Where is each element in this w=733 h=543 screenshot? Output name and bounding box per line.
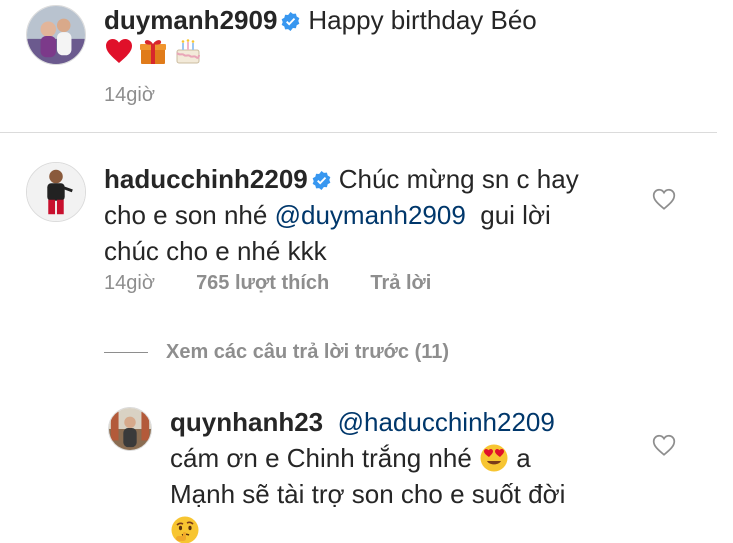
thinking-face-emoji-icon	[171, 516, 199, 543]
avatar-quynhanh23[interactable]	[108, 407, 152, 451]
comment-username[interactable]: haducchinh2209	[104, 164, 308, 194]
reply-line-4	[170, 512, 630, 543]
comment-text-part-3: gui lời	[480, 200, 551, 230]
comment-text: haducchinh2209 Chúc mừng sn c hay cho e s…	[104, 161, 624, 269]
red-heart-icon	[106, 39, 132, 63]
like-heart-icon[interactable]	[651, 432, 677, 458]
comment-line-2: cho e son nhé @duymanh2909 gui lời	[104, 197, 624, 233]
post-caption: duymanh2909 Happy birthday Béo	[104, 2, 704, 38]
avatar-haducchinh2209[interactable]	[26, 162, 86, 222]
post-caption-text: Happy birthday Béo	[308, 5, 537, 35]
reply-line-1: quynhanh23 @haducchinh2209	[170, 404, 630, 440]
reply-username[interactable]: quynhanh23	[170, 407, 323, 437]
comment-line-1: haducchinh2209 Chúc mừng sn c hay	[104, 161, 624, 197]
birthday-cake-icon	[176, 39, 200, 64]
reply-mention-link[interactable]: @haducchinh2209	[338, 407, 555, 437]
post-emojis	[104, 36, 203, 66]
avatar-photo-icon	[27, 6, 85, 64]
replies-divider-line	[104, 352, 148, 353]
comment-timestamp: 14giờ	[104, 272, 155, 294]
view-previous-replies-button[interactable]: Xem các câu trả lời trước (11)	[104, 341, 449, 364]
comment-text-part-2: cho e son nhé	[104, 200, 268, 230]
avatar-photo-icon	[109, 408, 151, 450]
comment-meta: 14giờ 765 lượt thích Trả lời	[104, 272, 504, 295]
gift-icon	[140, 40, 167, 64]
comment-reply-button[interactable]: Trả lời	[370, 272, 431, 294]
heart-eyes-emoji-icon	[480, 444, 508, 472]
verified-badge-icon	[282, 12, 300, 31]
like-heart-icon[interactable]	[651, 186, 677, 212]
post-timestamp: 14giờ	[104, 84, 155, 106]
comment-line-3: chúc cho e nhé kkk	[104, 236, 327, 266]
verified-badge-icon	[312, 171, 331, 190]
view-replies-label: Xem các câu trả lời trước (11)	[166, 341, 450, 363]
avatar-duymanh2909[interactable]	[26, 5, 86, 65]
reply-text-part-2: a	[516, 443, 531, 473]
reply-text: quynhanh23 @haducchinh2209 cám ơn e Chin…	[170, 404, 630, 543]
reply-line-2: cám ơn e Chinh trắng nhé a	[170, 440, 630, 476]
avatar-photo-icon	[27, 163, 85, 221]
comment-text-part-1: Chúc mừng sn c hay	[338, 164, 579, 194]
reply-line-3: Mạnh sẽ tài trợ son cho e suốt đời	[170, 479, 566, 509]
section-divider	[0, 132, 717, 133]
comment-mention-link[interactable]: @duymanh2909	[275, 200, 466, 230]
comment-likes-count[interactable]: 765 lượt thích	[196, 272, 329, 294]
post-username[interactable]: duymanh2909	[104, 5, 277, 35]
reply-text-part-1: cám ơn e Chinh trắng nhé	[170, 443, 472, 473]
